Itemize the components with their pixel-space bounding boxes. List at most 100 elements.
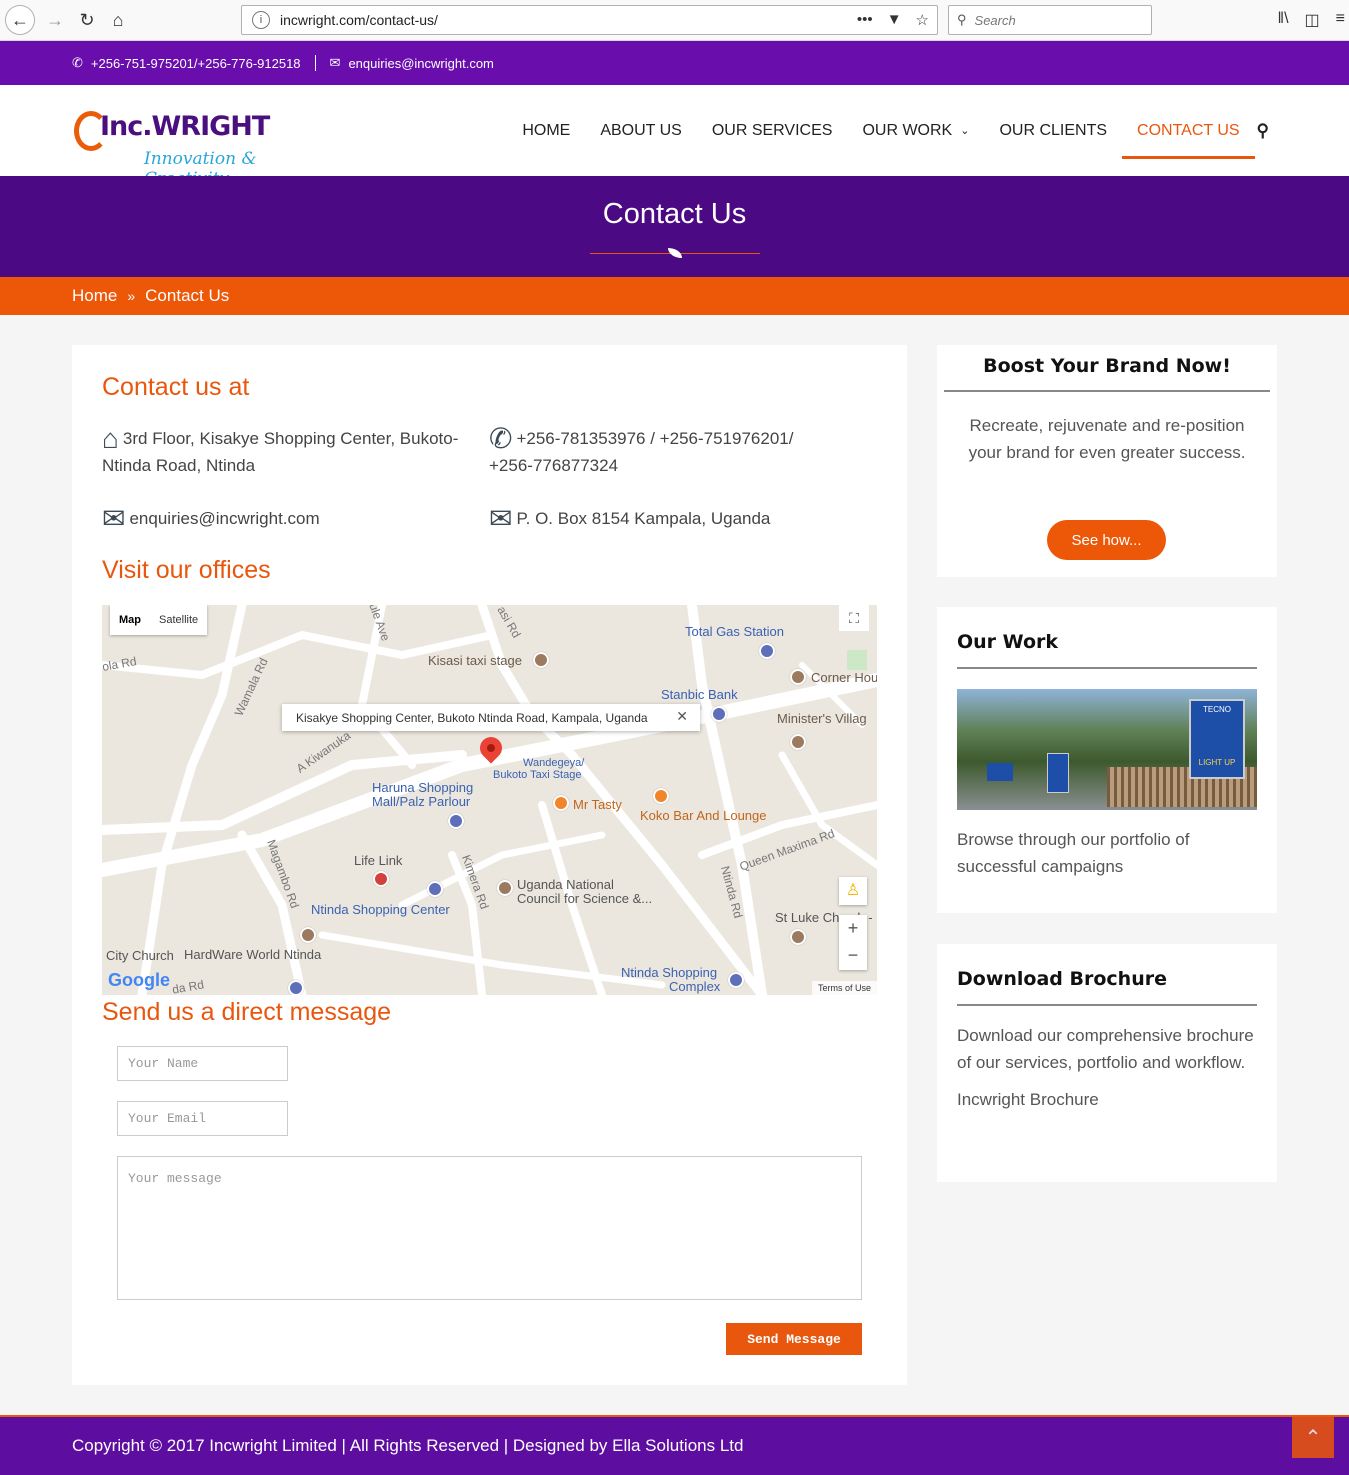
work-image[interactable]: TECNO LIGHT UP [957,689,1257,810]
map-label: Haruna Shopping [372,780,474,795]
map-label: Minister's Villag [777,711,867,726]
our-work-text: Browse through our portfolio of successf… [957,830,1190,876]
nav-work[interactable]: OUR WORK ⌄ [847,85,984,176]
billboard-sub: LIGHT UP [1198,758,1236,767]
contact-heading: Contact us at [102,373,250,401]
phone-icon: ✆ [489,423,513,454]
map-label: Koko Bar And Lounge [640,808,767,823]
page-hero: Contact Us [0,176,1349,277]
map-label: Corner Hou [811,670,877,685]
message-textarea[interactable]: Your message [117,1156,862,1300]
pocket-icon[interactable]: ▼ [887,11,902,29]
gas-station-icon[interactable] [759,643,775,659]
offices-heading: Visit our offices [102,556,271,584]
map-label: Bukoto Taxi Stage [493,769,582,781]
send-message-button[interactable]: Send Message [726,1323,862,1355]
shopping-icon[interactable] [448,813,464,829]
map-tab[interactable]: Map [110,614,150,626]
map-label: Kisasi taxi stage [428,653,522,668]
browser-toolbar: ← → ↻ ⌂ i incwright.com/contact-us/ ••• … [0,0,1349,41]
more-icon[interactable]: ••• [857,11,873,29]
boost-title: Boost Your Brand Now! [983,355,1231,377]
url-bar[interactable]: i incwright.com/contact-us/ ••• ▼ ☆ [241,5,938,35]
zoom-out-button[interactable]: − [839,942,867,969]
nav-home[interactable]: HOME [507,85,585,176]
logo[interactable]: Inc.WRIGHT Innovation & Creativity [74,97,344,189]
address-item: ⌂ 3rd Floor, Kisakye Shopping Center, Buk… [102,425,482,479]
shopping-icon[interactable] [728,972,744,988]
leaf-icon [668,248,682,258]
shopping-icon[interactable] [427,881,443,897]
map-poi-icon[interactable] [533,652,549,668]
satellite-tab[interactable]: Satellite [150,614,207,626]
sidebar-icon[interactable]: ◫ [1305,10,1320,30]
back-icon[interactable]: ← [5,5,35,35]
google-map[interactable]: Map Satellite ⛶ asi Rd ola Rd Wamala Rd … [102,605,877,995]
url-text: incwright.com/contact-us/ [280,12,438,28]
close-icon[interactable]: ✕ [676,708,688,725]
message-heading: Send us a direct message [102,998,392,1026]
envelope-icon: ✉ [329,55,341,70]
pegman-icon[interactable]: ♙ [839,877,867,905]
email-text[interactable]: enquiries@incwright.com [129,509,319,528]
boost-text: Recreate, rejuvenate and re-position you… [968,416,1246,462]
nav-services[interactable]: OUR SERVICES [697,85,848,176]
home-icon[interactable]: ⌂ [103,5,133,35]
bookmark-star-icon[interactable]: ☆ [916,11,929,29]
address-text: 3rd Floor, Kisakye Shopping Center, Buko… [102,429,459,475]
fullscreen-icon[interactable]: ⛶ [839,605,869,631]
topbar-phone[interactable]: +256-751-975201/+256-776-912518 [91,56,301,71]
name-placeholder: Your Name [128,1056,199,1071]
search-icon: ⚲ [957,12,967,27]
phone-item: ✆ +256-781353976 / +256-751976201/ +256-7… [489,425,829,479]
chevron-down-icon: ⌄ [960,125,970,137]
map-type-control: Map Satellite [110,605,208,635]
forward-icon[interactable]: → [40,5,70,35]
nav-contact[interactable]: CONTACT US [1122,85,1255,176]
terms-link[interactable]: Terms of Use [811,981,877,995]
see-how-button[interactable]: See how... [1047,520,1166,560]
bar-icon[interactable] [653,788,669,804]
brochure-widget: Download Brochure Download our comprehen… [937,944,1277,1182]
search-icon[interactable]: ⚲ [1257,121,1269,141]
menu-icon[interactable]: ≡ [1336,10,1345,30]
library-icon[interactable]: ‖\ [1277,10,1288,30]
nav-clients[interactable]: OUR CLIENTS [984,85,1122,176]
search-placeholder: Search [974,12,1016,28]
name-input[interactable]: Your Name [117,1046,288,1081]
topbar-email[interactable]: enquiries@incwright.com [348,56,493,71]
bank-icon[interactable] [711,706,727,722]
map-label: Stanbic Bank [661,687,738,702]
map-poi-icon[interactable] [790,669,806,685]
map-poi-icon[interactable] [300,927,316,943]
contact-content: Contact us at ⌂ 3rd Floor, Kisakye Shoppi… [72,345,907,1385]
google-logo[interactable]: Google [108,970,170,991]
house-icon: ⌂ [102,423,119,454]
nav-about[interactable]: ABOUT US [585,85,697,176]
browser-search-input[interactable]: ⚲ Search [948,5,1152,35]
breadcrumb-home[interactable]: Home [72,286,117,306]
hospital-icon[interactable] [373,871,389,887]
brochure-link[interactable]: Incwright Brochure [937,1076,1277,1113]
email-input[interactable]: Your Email [117,1101,288,1136]
restaurant-icon[interactable] [553,795,569,811]
map-label: City Church [106,948,174,963]
top-contact-bar: ✆ +256-751-975201/+256-776-912518 ✉ enqu… [0,41,1349,85]
church-icon[interactable] [790,929,806,945]
gas-station-icon[interactable] [288,980,304,995]
site-footer: Copyright © 2017 Incwright Limited | All… [0,1415,1349,1475]
zoom-in-button[interactable]: + [839,915,867,942]
info-icon[interactable]: i [252,11,270,29]
map-poi-icon[interactable] [497,880,513,896]
envelope-icon: ✉ [102,503,126,534]
email-item: ✉ enquiries@incwright.com [102,503,482,534]
map-label: Council for Science &... [517,891,653,906]
map-label: HardWare World Ntinda [184,947,322,962]
map-label: Ntinda Shopping [621,965,718,980]
scroll-to-top-icon[interactable]: ⌃ [1292,1416,1334,1458]
hotel-icon[interactable] [790,734,806,750]
billboard-brand: TECNO [1203,705,1231,714]
reload-icon[interactable]: ↻ [72,5,102,35]
pobox-text: P. O. Box 8154 Kampala, Uganda [516,509,771,528]
map-label: Mall/Palz Parlour [372,794,471,809]
